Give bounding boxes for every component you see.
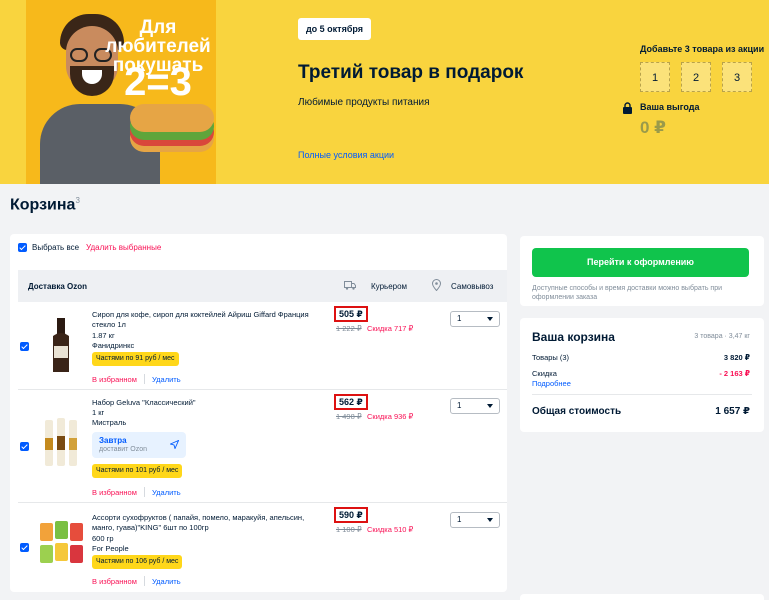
bottom-card: [520, 594, 764, 600]
cart-items-panel: Выбрать все Удалить выбранные Доставка O…: [10, 234, 507, 592]
installment-badge: Частями по 91 руб / мес: [92, 352, 179, 366]
item-seller: Фанидринкс: [92, 341, 135, 350]
actions-divider: [144, 576, 145, 586]
cart-item: Ассорти сухофруктов ( папайя, помело, ма…: [18, 503, 507, 591]
quantity-value: 1: [457, 401, 462, 410]
favorite-button[interactable]: В избранном: [92, 488, 137, 497]
quantity-select[interactable]: 1: [450, 398, 500, 414]
actions-divider: [144, 487, 145, 497]
cart-title-text: Корзина: [10, 196, 76, 214]
delivery-by: доставит Ozon: [99, 446, 148, 453]
promo-slot-3: 3: [722, 62, 752, 92]
glasses-left: [70, 48, 88, 62]
details-link[interactable]: Подробнее: [532, 379, 571, 388]
delivery-tomorrow-badge: Завтра доставит Ozon: [92, 432, 186, 458]
delete-item-button[interactable]: Удалить: [152, 488, 181, 497]
checkout-note: Доступные способы и время доставки можно…: [532, 285, 723, 301]
delete-item-button[interactable]: Удалить: [152, 577, 181, 586]
item-name[interactable]: Сироп для кофе, сироп для коктейлей Айри…: [92, 310, 322, 330]
cart-summary: Ваша корзина 3 товара · 3,47 кг Товары (…: [520, 318, 764, 432]
summary-title: Ваша корзина: [532, 330, 615, 344]
goods-label: Товары (3): [532, 353, 570, 362]
chevron-down-icon: [487, 317, 493, 321]
item-discount: Скидка 717 ₽: [367, 324, 414, 333]
benefit-label: Ваша выгода: [640, 102, 700, 112]
checkout-button[interactable]: Перейти к оформлению: [532, 248, 749, 277]
discount-label: Скидка: [532, 369, 557, 378]
delivery-label: Доставка Ozon: [28, 282, 87, 291]
summary-info: 3 товара · 3,47 кг: [694, 333, 750, 340]
item-name[interactable]: Ассорти сухофруктов ( папайя, помело, ма…: [92, 513, 322, 533]
item-checkbox[interactable]: [20, 342, 29, 351]
installment-badge: Частями по 101 руб / мес: [92, 464, 183, 478]
delivery-day: Завтра: [99, 436, 127, 445]
item-seller: For People: [92, 544, 129, 553]
installment-badge: Частями по 106 руб / мес: [92, 555, 183, 569]
item-seller: Мистраль: [92, 418, 127, 427]
cart-item: Сироп для кофе, сироп для коктейлей Айри…: [18, 302, 507, 390]
quantity-select[interactable]: 1: [450, 311, 500, 327]
product-image-dried-fruits[interactable]: [36, 515, 86, 575]
total-value: 1 657 ₽: [715, 406, 750, 417]
favorite-button[interactable]: В избранном: [92, 577, 137, 586]
item-checkbox[interactable]: [20, 543, 29, 552]
cart-item: Набор Geluva "Классический" 1 кг Мистрал…: [18, 390, 507, 503]
chevron-down-icon: [487, 518, 493, 522]
select-all-label[interactable]: Выбрать все: [32, 243, 79, 252]
sandwich-illustration: [130, 104, 214, 132]
cart-count: 3: [75, 196, 80, 205]
item-old-price: 1 100 ₽: [336, 525, 362, 534]
courier-label: Курьером: [371, 282, 408, 291]
item-price: 562 ₽: [334, 394, 368, 410]
item-old-price: 1 498 ₽: [336, 412, 362, 421]
checkout-card: Перейти к оформлению Доступные способы и…: [520, 236, 764, 306]
promo-conditions-link[interactable]: Полные условия акции: [298, 150, 394, 160]
delivery-header: Доставка Ozon Курьером Самовывоз: [18, 270, 507, 302]
item-weight: 1.87 кг: [92, 331, 115, 340]
item-weight: 1 кг: [92, 408, 105, 417]
item-checkbox[interactable]: [20, 442, 29, 451]
favorite-button[interactable]: В избранном: [92, 375, 137, 384]
item-discount: Скидка 510 ₽: [367, 525, 414, 534]
promo-subtitle: Любимые продукты питания: [298, 97, 430, 108]
goods-value: 3 820 ₽: [723, 353, 750, 362]
total-label: Общая стоимость: [532, 406, 622, 417]
lock-icon: [623, 102, 632, 114]
promo-slot-2: 2: [681, 62, 711, 92]
promo-add-label: Добавьте 3 товара из акции: [640, 44, 765, 54]
promo-slot-1: 1: [640, 62, 670, 92]
chevron-down-icon: [487, 404, 493, 408]
paper-plane-icon: [170, 440, 179, 449]
product-image-geluva-set[interactable]: [36, 414, 86, 474]
benefit-value: 0 ₽: [640, 118, 667, 137]
delete-item-button[interactable]: Удалить: [152, 375, 181, 384]
promo-title: Третий товар в подарок: [298, 62, 524, 83]
item-weight: 600 гр: [92, 534, 114, 543]
truck-icon: [344, 281, 356, 290]
actions-divider: [144, 374, 145, 384]
discount-value: - 2 163 ₽: [719, 369, 750, 378]
delete-selected-button[interactable]: Удалить выбранные: [86, 243, 161, 252]
item-price: 505 ₽: [334, 306, 368, 322]
promo-date-badge: до 5 октября: [298, 18, 371, 40]
item-discount: Скидка 936 ₽: [367, 412, 414, 421]
quantity-value: 1: [457, 515, 462, 524]
quantity-value: 1: [457, 314, 462, 323]
quantity-select[interactable]: 1: [450, 512, 500, 528]
summary-divider: [532, 394, 752, 395]
pickup-label: Самовывоз: [451, 282, 494, 291]
cart-title: Корзина3: [10, 196, 80, 214]
promo-image[interactable]: Для любителей покушать 2=3: [26, 0, 216, 184]
select-all-checkbox[interactable]: [18, 243, 27, 252]
location-pin-icon: [432, 279, 441, 291]
promo-image-offer: 2=3: [124, 60, 192, 104]
item-old-price: 1 222 ₽: [336, 324, 362, 333]
promo-banner: Для любителей покушать 2=3 до 5 октября …: [0, 0, 769, 184]
item-price: 590 ₽: [334, 507, 368, 523]
product-image-syrup[interactable]: [36, 316, 86, 376]
item-name[interactable]: Набор Geluva "Классический": [92, 398, 322, 408]
